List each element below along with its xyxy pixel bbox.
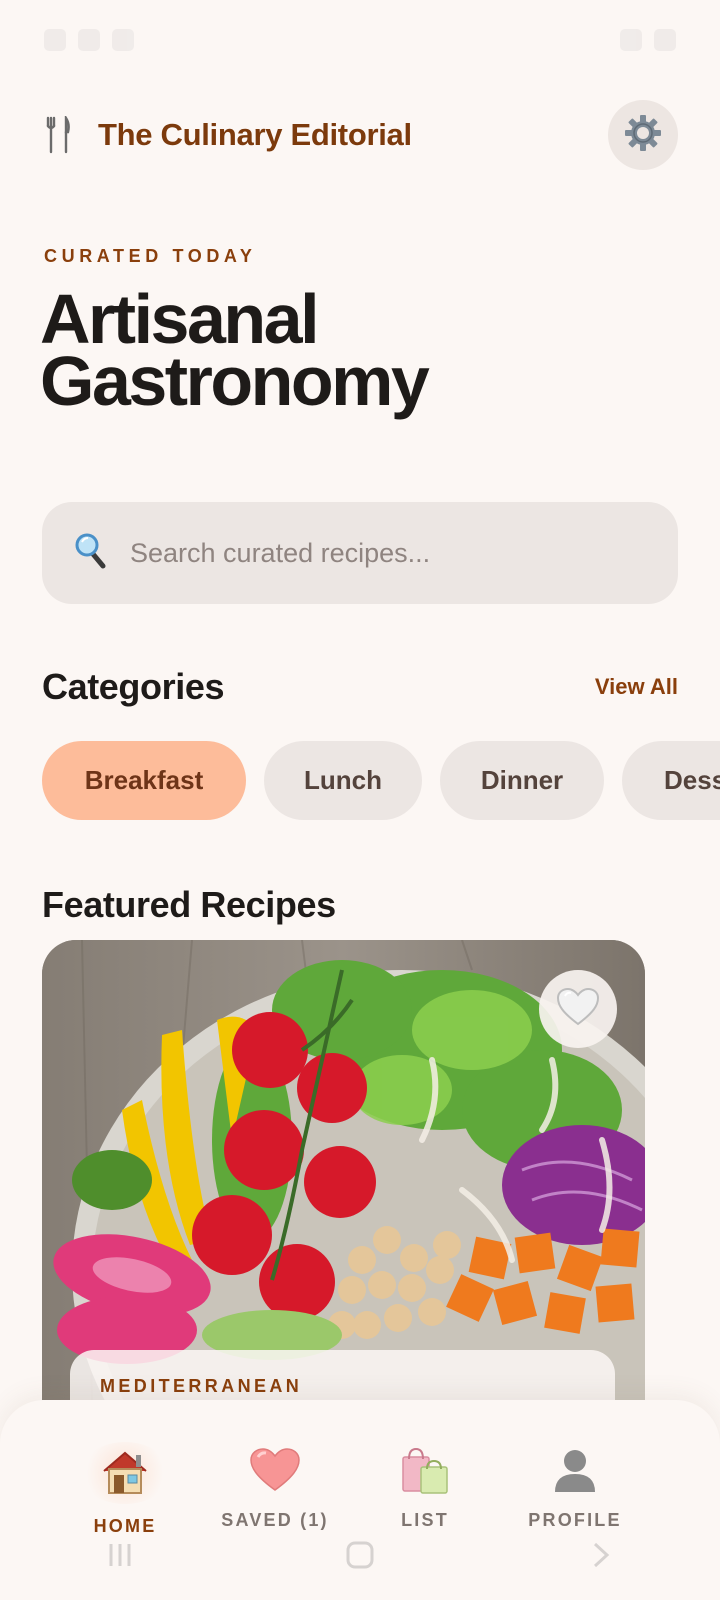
home-button-icon[interactable] [345, 1540, 375, 1575]
heart-icon [247, 1442, 303, 1498]
search-icon [74, 532, 108, 575]
profile-icon [547, 1442, 603, 1498]
category-chip-lunch[interactable]: Lunch [264, 741, 422, 820]
hero-title: Artisanal Gastronomy [40, 280, 680, 420]
category-chip-dinner[interactable]: Dinner [440, 741, 604, 820]
nav-label-list: LIST [401, 1510, 449, 1530]
status-bar [0, 0, 720, 80]
hero-eyebrow: CURATED TODAY [44, 246, 257, 266]
app-header: The Culinary Editorial [42, 98, 678, 172]
heart-icon [556, 987, 600, 1032]
category-chips: Breakfast Lunch Dinner Dessert [42, 741, 720, 821]
categories-header: Categories View All [42, 666, 678, 708]
nav-label-profile: PROFILE [528, 1510, 622, 1530]
network-icon [654, 29, 676, 51]
battery-icon [620, 29, 642, 51]
home-icon [80, 1442, 170, 1504]
status-icons-left [44, 29, 134, 51]
signal-icon [44, 29, 66, 51]
app-title: The Culinary Editorial [98, 117, 412, 152]
categories-title: Categories [42, 666, 225, 707]
brand: The Culinary Editorial [42, 115, 412, 155]
featured-title: Featured Recipes [42, 884, 336, 925]
wifi-icon [78, 29, 100, 51]
fork-and-knife-icon [42, 115, 76, 155]
recent-apps-icon[interactable] [105, 1540, 135, 1575]
category-chip-dessert[interactable]: Dessert [622, 741, 720, 820]
nav-label-saved: SAVED (1) [221, 1510, 329, 1530]
view-all-link[interactable]: View All [595, 674, 678, 700]
back-icon[interactable] [585, 1540, 615, 1575]
hero-title-line2: Gastronomy [40, 342, 430, 420]
card-info: MEDITERRANEAN [70, 1350, 615, 1400]
shopping-bags-icon [397, 1442, 453, 1498]
category-chip-breakfast[interactable]: Breakfast [42, 741, 246, 820]
favorite-button[interactable] [539, 970, 617, 1048]
search-input[interactable] [130, 537, 650, 569]
gear-icon [623, 113, 663, 158]
status-icons-right [620, 29, 676, 51]
system-navigation-bar [0, 1530, 720, 1584]
notification-icon [112, 29, 134, 51]
cuisine-tag: MEDITERRANEAN [100, 1376, 303, 1396]
settings-button[interactable] [608, 100, 678, 170]
search-bar[interactable] [42, 502, 678, 604]
featured-recipe-card[interactable]: MEDITERRANEAN [42, 940, 645, 1400]
hero-title-line1: Artisanal [40, 280, 320, 358]
